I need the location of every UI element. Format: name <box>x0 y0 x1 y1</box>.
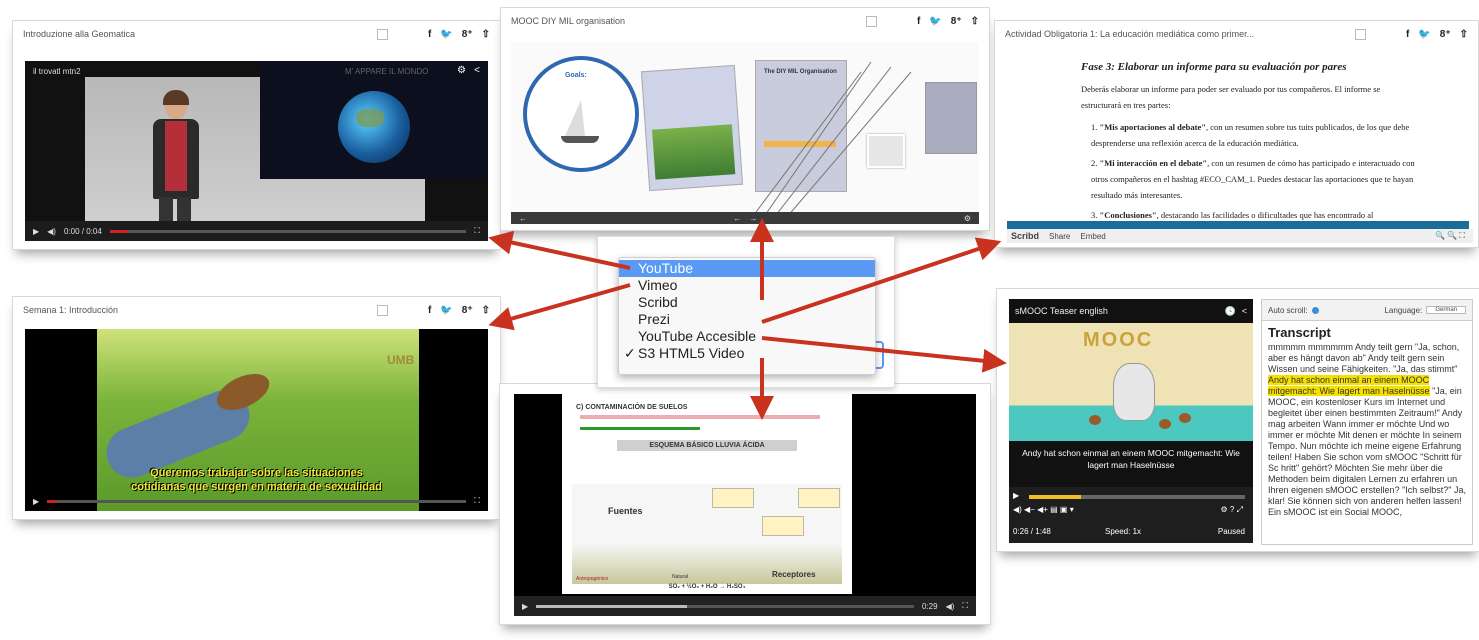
arrow-to-vimeo <box>488 283 631 331</box>
arrow-to-accessible <box>761 336 1007 373</box>
arrow-to-youtube <box>488 230 631 270</box>
arrow-to-scribd <box>761 237 1002 324</box>
connection-arrows <box>488 218 1007 420</box>
